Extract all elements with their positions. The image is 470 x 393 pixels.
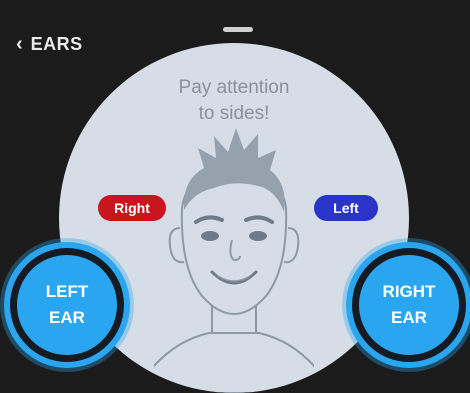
left-ear-label-line2: EAR [49, 308, 85, 327]
drag-handle[interactable] [223, 27, 253, 32]
page-title: EARS [30, 34, 83, 54]
right-side-label: Right [98, 195, 166, 221]
right-ear-label-line1: RIGHT [382, 282, 436, 301]
left-ear-label-line1: LEFT [45, 282, 89, 301]
face-illustration [154, 128, 314, 393]
instruction-text: Pay attention to sides! [59, 75, 409, 127]
right-ear-label-line2: EAR [391, 308, 427, 327]
chevron-left-icon: ‹ [16, 32, 23, 55]
left-side-label: Left [314, 195, 378, 221]
right-ear-button[interactable]: RIGHT EAR [359, 255, 459, 355]
instruction-line-2: to sides! [198, 103, 270, 124]
instruction-line-1: Pay attention [178, 77, 290, 98]
back-button[interactable]: ‹ EARS [16, 34, 83, 55]
left-ear-button[interactable]: LEFT EAR [17, 255, 117, 355]
